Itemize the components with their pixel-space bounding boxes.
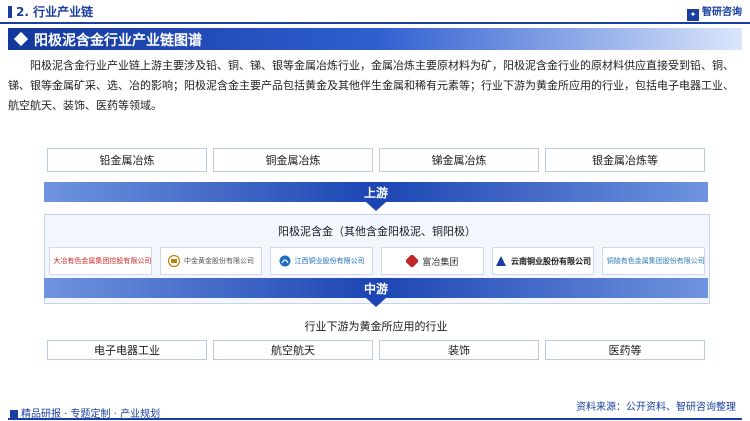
company-logo: 云南铜业股份有限公司: [491, 247, 595, 275]
downstream-item: 医药等: [545, 340, 705, 360]
company-logo-row: 大冶有色金属集团控股有限公司 中金黄金股份有限公司 江西铜业股份有限公司 富冶集…: [45, 247, 709, 275]
jxcc-logo-icon: [279, 255, 291, 267]
company-logo: 大冶有色金属集团控股有限公司: [49, 247, 152, 275]
upstream-row: 铅金属冶炼 铜金属冶炼 锑金属冶炼 银金属冶炼等: [44, 146, 708, 174]
brand-logo: ✦ 智研咨询: [687, 3, 742, 21]
footer-divider: [8, 418, 742, 420]
section-label-text: 2. 行业产业链: [16, 5, 94, 19]
upstream-item: 银金属冶炼等: [545, 148, 705, 172]
company-name: 铜陵有色金属集团股份有限公司: [606, 257, 705, 265]
downstream-title: 行业下游为黄金所应用的行业: [304, 320, 448, 333]
company-name: 江西铜业股份有限公司: [294, 257, 365, 265]
downstream-item: 装饰: [379, 340, 539, 360]
upstream-item: 铅金属冶炼: [47, 148, 207, 172]
company-logo: 江西铜业股份有限公司: [270, 247, 374, 275]
gold-logo-icon: [168, 255, 180, 267]
page-title: 阳极泥含金行业产业链图谱: [34, 33, 202, 49]
industry-chain-diagram: 铅金属冶炼 铜金属冶炼 锑金属冶炼 银金属冶炼等 上游 阳极泥含金（其他含金阳极…: [44, 146, 710, 366]
company-name: 中金黄金股份有限公司: [184, 257, 254, 265]
downstream-item: 电子电器工业: [47, 340, 207, 360]
fuye-logo-icon: [406, 255, 419, 267]
midstream-title: 阳极泥含金（其他含金阳极泥、铜阳极）: [278, 225, 476, 238]
downstream-item: 航空航天: [213, 340, 373, 360]
company-logo: 富冶集团: [381, 247, 484, 275]
yunnan-copper-logo-icon: [496, 256, 507, 266]
diamond-icon: [13, 31, 29, 47]
brand-logo-icon: ✦: [687, 9, 699, 21]
section-label: 2. 行业产业链: [8, 3, 93, 20]
company-name: 大冶有色金属集团控股有限公司: [53, 257, 152, 265]
section-marker-icon: [8, 6, 12, 18]
company-name: 云南铜业股份有限公司: [511, 256, 592, 266]
brand-name: 智研咨询: [702, 7, 742, 18]
midstream-band: 中游: [44, 278, 708, 298]
top-bar: 2. 行业产业链 ✦ 智研咨询: [0, 0, 750, 24]
company-logo: 中金黄金股份有限公司: [159, 247, 263, 275]
footer-bullet-icon: [10, 410, 18, 418]
company-logo: 铜陵有色金属集团股份有限公司: [602, 247, 706, 275]
downstream-row: 电子电器工业 航空航天 装饰 医药等: [44, 338, 708, 362]
page-title-band: 阳极泥含金行业产业链图谱: [8, 28, 742, 50]
down-arrow-icon: [366, 298, 386, 307]
upstream-band: 上游: [44, 182, 708, 202]
intro-paragraph: 阳极泥含金行业产业链上游主要涉及铅、铜、锑、银等金属冶炼行业，金属冶炼主要原材料…: [8, 60, 734, 112]
company-name: 富冶集团: [422, 257, 459, 268]
upstream-item: 锑金属冶炼: [379, 148, 539, 172]
source-note: 资料来源：公开资料、智研咨询整理: [576, 402, 736, 413]
upstream-item: 铜金属冶炼: [213, 148, 373, 172]
down-arrow-icon: [366, 202, 386, 211]
